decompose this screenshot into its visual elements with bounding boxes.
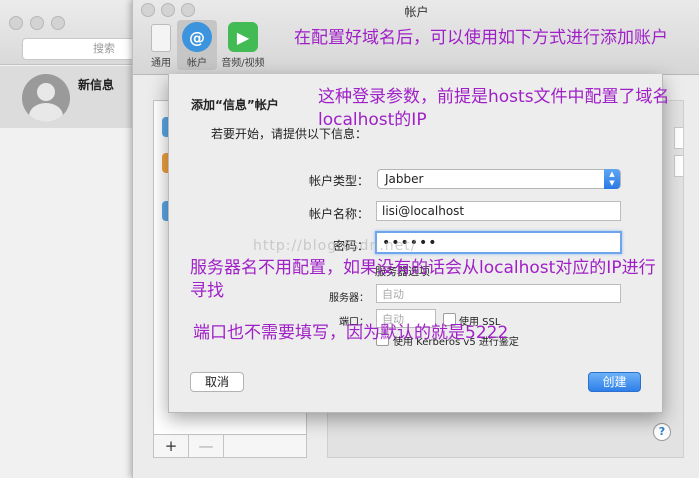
toolbar-general[interactable]: 通用 bbox=[141, 22, 181, 69]
create-button[interactable]: 创建 bbox=[588, 372, 641, 392]
remove-account-button[interactable]: — bbox=[189, 435, 224, 457]
close-window-button[interactable] bbox=[9, 16, 23, 30]
account-list-footer: + — bbox=[154, 434, 306, 457]
account-type-label: 帐户类型： bbox=[308, 174, 369, 188]
watermark: http://blog.csdn.net/ bbox=[253, 238, 417, 254]
annotation-note-4: 端口也不需要填写，因为默认的就是5222 bbox=[193, 323, 509, 343]
conversation-item[interactable]: 新信息 bbox=[0, 66, 150, 128]
annotation-note-3: 服务器名不用配置，如果没有的话会从localhost对应的IP进行寻找 bbox=[190, 258, 656, 301]
toolbar-audio-video-label: 音频/视频 bbox=[221, 58, 265, 69]
messages-titlebar: ⌕ 搜索 bbox=[0, 0, 166, 65]
detail-field[interactable] bbox=[674, 155, 683, 177]
video-camera-icon: ▶ bbox=[228, 22, 258, 52]
account-name-field[interactable] bbox=[376, 201, 621, 221]
account-name-label: 帐户名称： bbox=[308, 207, 369, 221]
conversation-name: 新信息 bbox=[78, 78, 115, 92]
at-icon: @ bbox=[182, 22, 212, 52]
toolbar-general-label: 通用 bbox=[151, 58, 171, 69]
add-account-button[interactable]: + bbox=[154, 435, 189, 457]
sheet-title: 添加“信息”帐户 bbox=[191, 98, 279, 112]
annotation-note-1: 在配置好域名后，可以使用如下方式进行添加账户 bbox=[294, 28, 668, 48]
help-button[interactable]: ? bbox=[653, 423, 671, 441]
account-type-select[interactable]: Jabber ▲ ▼ bbox=[377, 169, 621, 189]
toolbar-accounts[interactable]: @ 帐户 bbox=[177, 20, 217, 70]
cancel-button[interactable]: 取消 bbox=[190, 372, 244, 392]
minimize-window-button[interactable] bbox=[30, 16, 44, 30]
account-type-value: Jabber bbox=[385, 172, 424, 186]
toolbar-audio-video[interactable]: ▶ 音频/视频 bbox=[217, 22, 269, 69]
toolbar-accounts-label: 帐户 bbox=[187, 58, 207, 69]
messages-window: ⌕ 搜索 新信息 bbox=[0, 0, 166, 478]
window-title: 帐户 bbox=[404, 5, 429, 19]
annotation-note-2: 这种登录参数，前提是hosts文件中配置了域名localhost的IP bbox=[318, 87, 670, 130]
zoom-window-button[interactable] bbox=[51, 16, 65, 30]
avatar bbox=[22, 74, 70, 122]
phone-icon bbox=[151, 24, 171, 52]
chevron-updown-icon: ▲ ▼ bbox=[604, 169, 620, 189]
